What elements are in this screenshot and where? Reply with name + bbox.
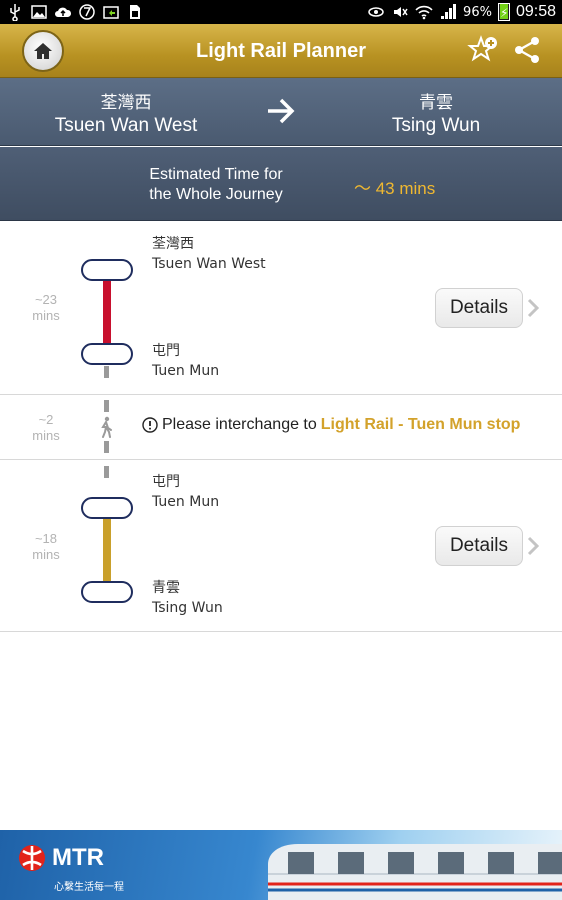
destination-name-en: Tsing Wun <box>391 115 481 136</box>
system-icons: 96% ⚡ 09:58 <box>367 0 556 24</box>
origin-station: 荃灣西 Tsuen Wan West <box>16 88 236 137</box>
interchange-stop-link: Light Rail - Tuen Mun stop <box>320 416 521 433</box>
mtr-tagline: 心繫生活每一程 <box>54 882 124 893</box>
chevron-right-icon <box>527 536 540 556</box>
battery-percent: 96% <box>463 4 492 20</box>
divider <box>0 459 562 460</box>
battery-icon: ⚡ <box>497 3 510 21</box>
leg-end-name-en: Tsing Wun <box>152 600 223 616</box>
walk-duration-value: ~2 <box>38 412 54 427</box>
home-icon <box>34 43 52 59</box>
leg-end-station: 屯門 Tuen Mun <box>152 341 219 381</box>
divider <box>0 631 562 632</box>
share-button[interactable] <box>512 34 542 66</box>
leg-start-name-zh: 荃灣西 <box>152 236 194 252</box>
leg-start-name-zh: 屯門 <box>152 474 180 490</box>
estimated-time-value: ～ 43 mins <box>354 179 436 198</box>
estimated-time-label: Estimated Time for the Whole Journey <box>130 165 302 205</box>
origin-name-en: Tsuen Wan West <box>54 115 198 136</box>
divider <box>0 394 562 395</box>
leg-end-name-en: Tuen Mun <box>152 363 220 379</box>
mtr-banner[interactable]: MTR 心繫生活每一程 <box>0 830 562 900</box>
usb-icon <box>6 3 24 21</box>
walk-path-dash <box>104 366 109 378</box>
notification-icons <box>6 3 144 21</box>
signal-icon <box>439 3 457 21</box>
screenshot-icon <box>102 3 120 21</box>
home-button[interactable] <box>22 30 64 72</box>
sync-icon <box>78 3 96 21</box>
mtr-logo-mark-icon <box>19 845 45 871</box>
mute-icon <box>391 3 409 21</box>
details-button[interactable]: Details <box>435 526 523 566</box>
leg-end-name-zh: 青雲 <box>152 580 180 596</box>
clock: 09:58 <box>515 3 556 20</box>
walk-duration: ~2 mins <box>20 412 72 444</box>
leg-start-name-en: Tsuen Wan West <box>152 256 266 272</box>
status-bar: 96% ⚡ 09:58 <box>0 0 562 24</box>
leg-duration-value: ~18 <box>34 531 58 546</box>
route-line-segment <box>103 514 111 586</box>
sim-card-icon <box>126 3 144 21</box>
route-line-segment <box>103 276 111 348</box>
walk-path-dash <box>104 441 109 453</box>
leg-duration-value: ~23 <box>34 292 58 307</box>
walk-duration-unit: mins <box>32 428 60 443</box>
walking-person-icon <box>101 416 112 438</box>
leg-duration-unit: mins <box>32 547 60 562</box>
walk-path-dash <box>104 400 109 412</box>
add-favourite-button[interactable] <box>467 34 499 66</box>
leg-start-name-en: Tuen Mun <box>152 494 220 510</box>
station-node <box>81 497 133 519</box>
cloud-upload-icon <box>54 3 72 21</box>
train-image <box>268 844 562 900</box>
interchange-text: Please interchange to <box>162 416 317 433</box>
eye-icon <box>367 3 385 21</box>
leg-end-station: 青雲 Tsing Wun <box>152 578 223 618</box>
destination-name-zh: 青雲 <box>419 93 453 112</box>
leg-duration: ~18 mins <box>20 531 72 563</box>
leg-end-name-zh: 屯門 <box>152 343 180 359</box>
wifi-icon <box>415 3 433 21</box>
leg-duration: ~23 mins <box>20 292 72 324</box>
mtr-wordmark: MTR <box>52 844 104 871</box>
leg-start-station: 荃灣西 Tsuen Wan West <box>152 234 266 274</box>
charging-bolt-icon: ⚡ <box>499 6 509 20</box>
station-node <box>81 581 133 603</box>
walk-path-dash <box>104 466 109 478</box>
destination-station: 青雲 Tsing Wun <box>326 88 546 137</box>
station-node <box>81 343 133 365</box>
estimated-time-panel: Estimated Time for the Whole Journey ～ 4… <box>0 147 562 221</box>
info-icon <box>142 417 158 433</box>
image-icon <box>30 3 48 21</box>
interchange-notice: Please interchange to Light Rail - Tuen … <box>142 416 520 434</box>
estimated-time-label-line2: the Whole Journey <box>149 186 283 203</box>
app-header: Light Rail Planner <box>0 24 562 78</box>
route-summary: 荃灣西 Tsuen Wan West 青雲 Tsing Wun <box>0 78 562 146</box>
station-node <box>81 259 133 281</box>
chevron-right-icon <box>527 298 540 318</box>
estimated-time-label-line1: Estimated Time for <box>149 166 283 183</box>
leg-start-station: 屯門 Tuen Mun <box>152 472 219 512</box>
origin-name-zh: 荃灣西 <box>100 93 152 112</box>
mtr-logo: MTR <box>18 844 104 872</box>
leg-duration-unit: mins <box>32 308 60 323</box>
details-button[interactable]: Details <box>435 288 523 328</box>
arrow-right-icon <box>268 98 295 124</box>
